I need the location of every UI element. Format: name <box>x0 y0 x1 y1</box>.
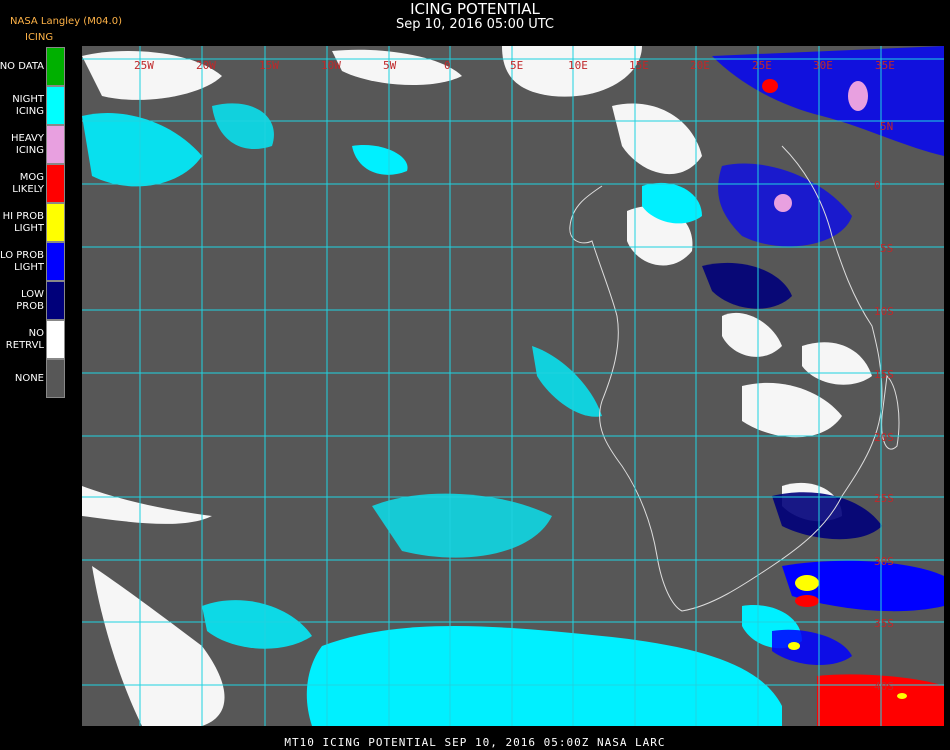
lon-label-20w: 20W <box>196 59 216 72</box>
lon-label-15w: 15W <box>259 59 279 72</box>
lat-label-5n: 5N <box>880 120 893 133</box>
lat-label-15s: 15S <box>874 368 894 381</box>
legend-swatch <box>46 86 65 125</box>
legend-item-low-prob: LOW PROB <box>0 281 66 320</box>
legend-title: ICING <box>25 32 54 43</box>
lon-label-30e: 30E <box>813 59 833 72</box>
lat-label-0: 0 <box>874 179 881 192</box>
legend-swatch <box>46 125 65 164</box>
legend-label: NO RETRVL <box>5 327 44 351</box>
legend-swatch <box>46 281 65 320</box>
legend-swatch <box>46 242 65 281</box>
footer-caption: MT10 ICING POTENTIAL SEP 10, 2016 05:00Z… <box>284 736 666 749</box>
legend-label: HEAVY ICING <box>11 132 44 156</box>
legend-label: LO PROB LIGHT <box>0 249 44 273</box>
legend-item-hi-prob-light: HI PROB LIGHT <box>0 203 66 242</box>
lon-label-5e: 5E <box>510 59 523 72</box>
legend-label: NO DATA <box>0 60 44 72</box>
lat-label-10s: 10S <box>874 305 894 318</box>
legend-swatch <box>46 203 65 242</box>
legend-item-lo-prob-light: LO PROB LIGHT <box>0 242 66 281</box>
legend-label: NONE <box>14 372 44 384</box>
lon-label-10w: 10W <box>321 59 341 72</box>
lat-label-25s: 25S <box>874 492 894 505</box>
legend-swatch <box>46 47 65 86</box>
lat-label-40s: 40S <box>874 680 894 693</box>
chart-title: ICING POTENTIAL <box>410 0 540 18</box>
lon-label-20e: 20E <box>690 59 710 72</box>
legend-item-no-retrieval: NO RETRVL <box>0 320 66 359</box>
legend-item-heavy-icing: HEAVY ICING <box>0 125 66 164</box>
legend-swatch <box>46 359 65 398</box>
lat-label-20s: 20S <box>874 431 894 444</box>
icing-map[interactable]: 25W 20W 15W 10W 5W 0 5E 10E 15E 20E 25E … <box>82 46 944 726</box>
legend-swatch <box>46 320 65 359</box>
legend-label: HI PROB LIGHT <box>2 210 44 234</box>
legend-label: MOG LIKELY <box>12 171 44 195</box>
legend-item-no-data: NO DATA <box>0 47 66 86</box>
map-canvas: 25W 20W 15W 10W 5W 0 5E 10E 15E 20E 25E … <box>82 46 944 726</box>
lon-label-10e: 10E <box>568 59 588 72</box>
legend-swatch <box>46 164 65 203</box>
lon-label-35e: 35E <box>875 59 895 72</box>
lat-label-35s: 35S <box>874 617 894 630</box>
legend-item-mog-likely: MOG LIKELY <box>0 164 66 203</box>
legend-item-night-icing: NIGHT ICING <box>0 86 66 125</box>
lat-label-5s: 5S <box>880 242 893 255</box>
lon-label-25e: 25E <box>752 59 772 72</box>
lat-label-30s: 30S <box>874 555 894 568</box>
legend-item-none: NONE <box>0 359 66 398</box>
source-label: NASA Langley (M04.0) <box>10 16 122 27</box>
lon-label-25w: 25W <box>134 59 154 72</box>
lon-label-0: 0 <box>444 59 451 72</box>
legend-label: LOW PROB <box>16 288 44 312</box>
legend: NO DATA NIGHT ICING HEAVY ICING MOG LIKE… <box>0 47 66 398</box>
legend-label: NIGHT ICING <box>12 93 44 117</box>
lon-label-15e: 15E <box>629 59 649 72</box>
lon-label-5w: 5W <box>383 59 397 72</box>
chart-timestamp: Sep 10, 2016 05:00 UTC <box>395 17 555 32</box>
